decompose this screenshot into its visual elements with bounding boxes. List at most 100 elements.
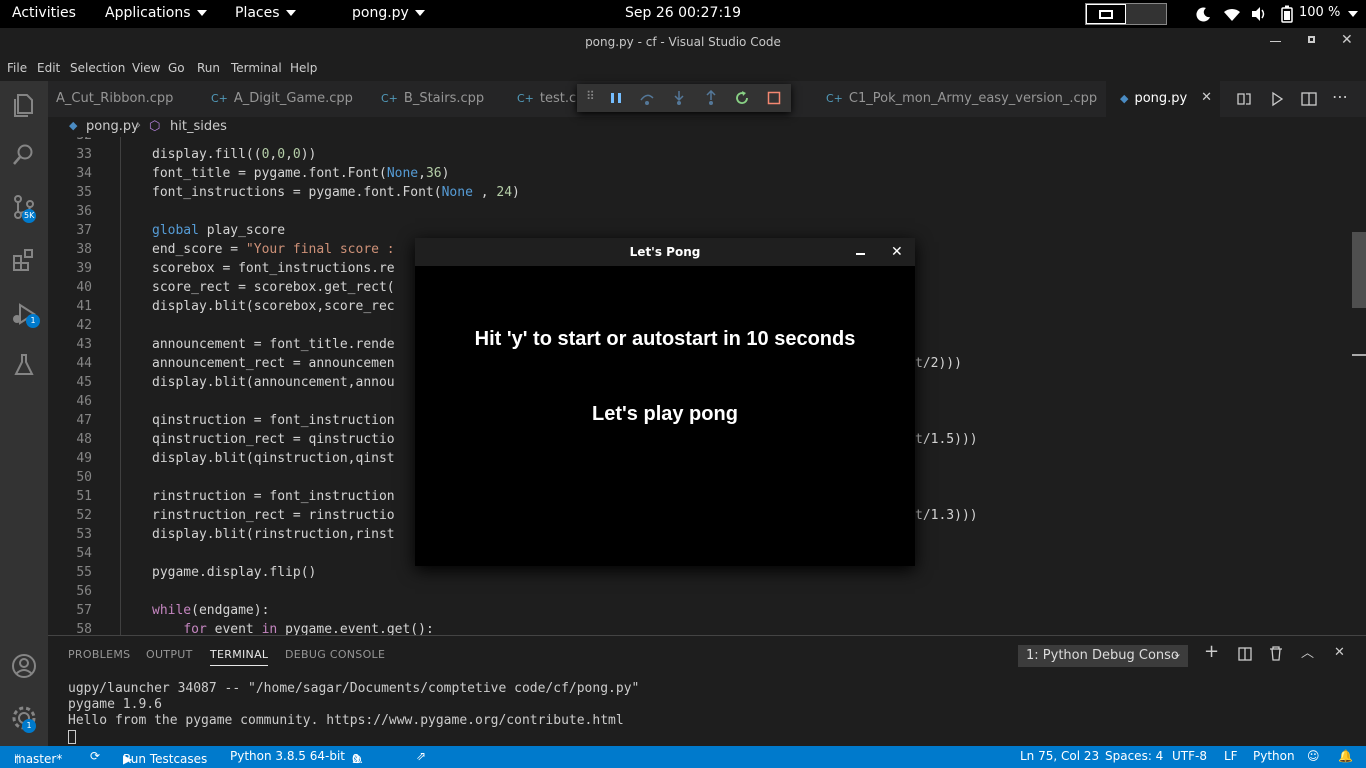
menu-help[interactable]: Help (290, 61, 317, 75)
workspace-1[interactable] (1086, 4, 1126, 24)
step-over-icon[interactable] (639, 90, 655, 106)
python-interpreter[interactable]: Python 3.8.5 64-bit (230, 749, 345, 763)
scrollbar-thumb[interactable] (1352, 232, 1366, 308)
code-token: "Your final score : (245, 242, 395, 257)
debug-toolbar: ⠿ (577, 84, 791, 112)
activities-button[interactable]: Activities (12, 5, 76, 21)
cursor-position[interactable]: Ln 75, Col 23 (1020, 749, 1099, 763)
menu-go[interactable]: Go (168, 61, 185, 75)
account-icon[interactable] (10, 652, 38, 680)
chevron-down-icon (414, 10, 425, 16)
tab-a-cut-ribbon[interactable]: A_Cut_Ribbon.cpp (48, 81, 197, 117)
wifi-icon[interactable] (1223, 6, 1241, 22)
indentation[interactable]: Spaces: 4 (1105, 749, 1163, 763)
breadcrumb: ◆ pong.py › ⬡ hit_sides (48, 117, 1366, 137)
extensions-icon[interactable] (10, 246, 38, 274)
tab-c1-pokemon-army[interactable]: C+ C1_Pok_mon_Army_easy_version_.cpp (812, 81, 1106, 117)
close-tab-icon[interactable]: ✕ (1201, 90, 1212, 105)
menu-edit[interactable]: Edit (37, 61, 60, 75)
line-number: 47 (76, 413, 92, 428)
line-number: 34 (76, 166, 92, 181)
clock[interactable]: Sep 26 00:27:19 (625, 5, 741, 21)
tab-pong-py[interactable]: ◆ pong.py ✕ (1106, 81, 1220, 117)
drag-handle-icon[interactable]: ⠿ (586, 89, 595, 103)
pause-icon[interactable] (608, 90, 624, 106)
line-number: 32 (48, 137, 92, 143)
battery-icon[interactable] (1281, 5, 1293, 23)
code-token: ) (441, 166, 450, 181)
notifications-bell-icon[interactable]: 🔔 (1338, 749, 1353, 763)
close-panel-icon[interactable]: ✕ (1334, 645, 1345, 660)
new-terminal-icon[interactable]: + (1204, 641, 1219, 662)
language-mode[interactable]: Python (1253, 749, 1295, 763)
breadcrumb-symbol[interactable]: hit_sides (170, 119, 227, 134)
restart-icon[interactable] (734, 90, 750, 106)
encoding[interactable]: UTF-8 (1172, 749, 1207, 763)
app-menu[interactable]: pong.py (352, 5, 425, 21)
menu-file[interactable]: File (7, 61, 27, 75)
terminal-line: ugpy/launcher 34087 -- "/home/sagar/Docu… (68, 681, 640, 696)
end-of-line[interactable]: LF (1224, 749, 1238, 763)
sync-icon[interactable]: ⟳ (90, 749, 100, 763)
chevron-down-icon (285, 10, 296, 16)
minimize-icon[interactable] (1270, 41, 1281, 42)
activity-bar: 5K 1 1 (0, 81, 48, 746)
menu-run[interactable]: Run (197, 61, 220, 75)
split-terminal-icon[interactable] (1238, 647, 1252, 661)
explorer-icon[interactable] (10, 91, 38, 119)
places-label: Places (235, 5, 280, 21)
maximize-panel-icon[interactable]: ︿ (1301, 642, 1314, 661)
breadcrumb-file[interactable]: pong.py (86, 119, 139, 134)
pygame-window-titlebar[interactable]: Let's Pong ✕ (415, 238, 915, 266)
workspace-switcher[interactable] (1085, 3, 1167, 25)
feedback-icon[interactable]: ☺ (1307, 749, 1320, 763)
code-token: display.fill(( (152, 147, 262, 162)
live-share-icon[interactable]: ⇗ (416, 749, 426, 763)
line-number: 58 (76, 622, 92, 635)
applications-menu[interactable]: Applications (105, 5, 207, 21)
cpp-file-icon: C+ (826, 92, 843, 105)
testing-flask-icon[interactable] (10, 351, 38, 379)
run-file-icon[interactable] (1269, 91, 1285, 107)
more-actions-icon[interactable]: ⋯ (1332, 87, 1348, 106)
symbol-method-icon: ⬡ (149, 119, 161, 134)
line-number: 53 (76, 527, 92, 542)
night-light-icon[interactable] (1196, 6, 1212, 22)
window-title: pong.py - cf - Visual Studio Code (585, 35, 781, 49)
stop-icon[interactable] (766, 90, 782, 106)
pygame-window[interactable]: Let's Pong ✕ Hit 'y' to start or autosta… (415, 238, 915, 566)
tab-b-stairs[interactable]: C+ B_Stairs.cpp (367, 81, 503, 117)
menu-view[interactable]: View (132, 61, 160, 75)
trash-icon[interactable] (1269, 646, 1283, 661)
close-icon[interactable]: ✕ (1341, 32, 1353, 48)
tab-output[interactable]: OUTPUT (146, 648, 193, 661)
editor-scrollbar[interactable] (1352, 137, 1366, 635)
code-token: 36 (425, 166, 442, 181)
places-menu[interactable]: Places (235, 5, 296, 21)
menu-selection[interactable]: Selection (70, 61, 125, 75)
tab-terminal[interactable]: TERMINAL (210, 648, 269, 666)
tab-debug-console[interactable]: DEBUG CONSOLE (285, 648, 385, 661)
code-line: rinstruction = font_instruction (152, 489, 395, 504)
system-menu-caret-icon[interactable] (1348, 11, 1358, 17)
maximize-icon[interactable] (1308, 36, 1315, 43)
cpp-file-icon: C+ (381, 92, 398, 105)
code-token: pygame.display.flip() (152, 565, 317, 580)
step-into-icon[interactable] (671, 90, 687, 106)
code-token: event (206, 622, 262, 635)
compare-changes-icon[interactable] (1236, 91, 1252, 107)
search-icon[interactable] (10, 141, 38, 169)
menu-terminal[interactable]: Terminal (231, 61, 282, 75)
terminal-select[interactable]: 1: Python Debug Conso ⌄ (1018, 645, 1188, 667)
minimize-icon[interactable] (856, 253, 865, 255)
tab-problems[interactable]: PROBLEMS (68, 648, 130, 661)
split-editor-icon[interactable] (1301, 91, 1317, 107)
tab-a-digit-game[interactable]: C+ A_Digit_Game.cpp (197, 81, 367, 117)
code-token: rinstruction = font_instruction (152, 489, 395, 504)
code-line: scorebox = font_instructions.re (152, 261, 395, 276)
step-out-icon[interactable] (703, 90, 719, 106)
chevron-down-icon: ⌄ (1172, 647, 1182, 660)
close-icon[interactable]: ✕ (891, 238, 903, 266)
volume-icon[interactable] (1251, 6, 1267, 22)
code-line: qinstruction_rect = qinstructio (152, 432, 395, 447)
